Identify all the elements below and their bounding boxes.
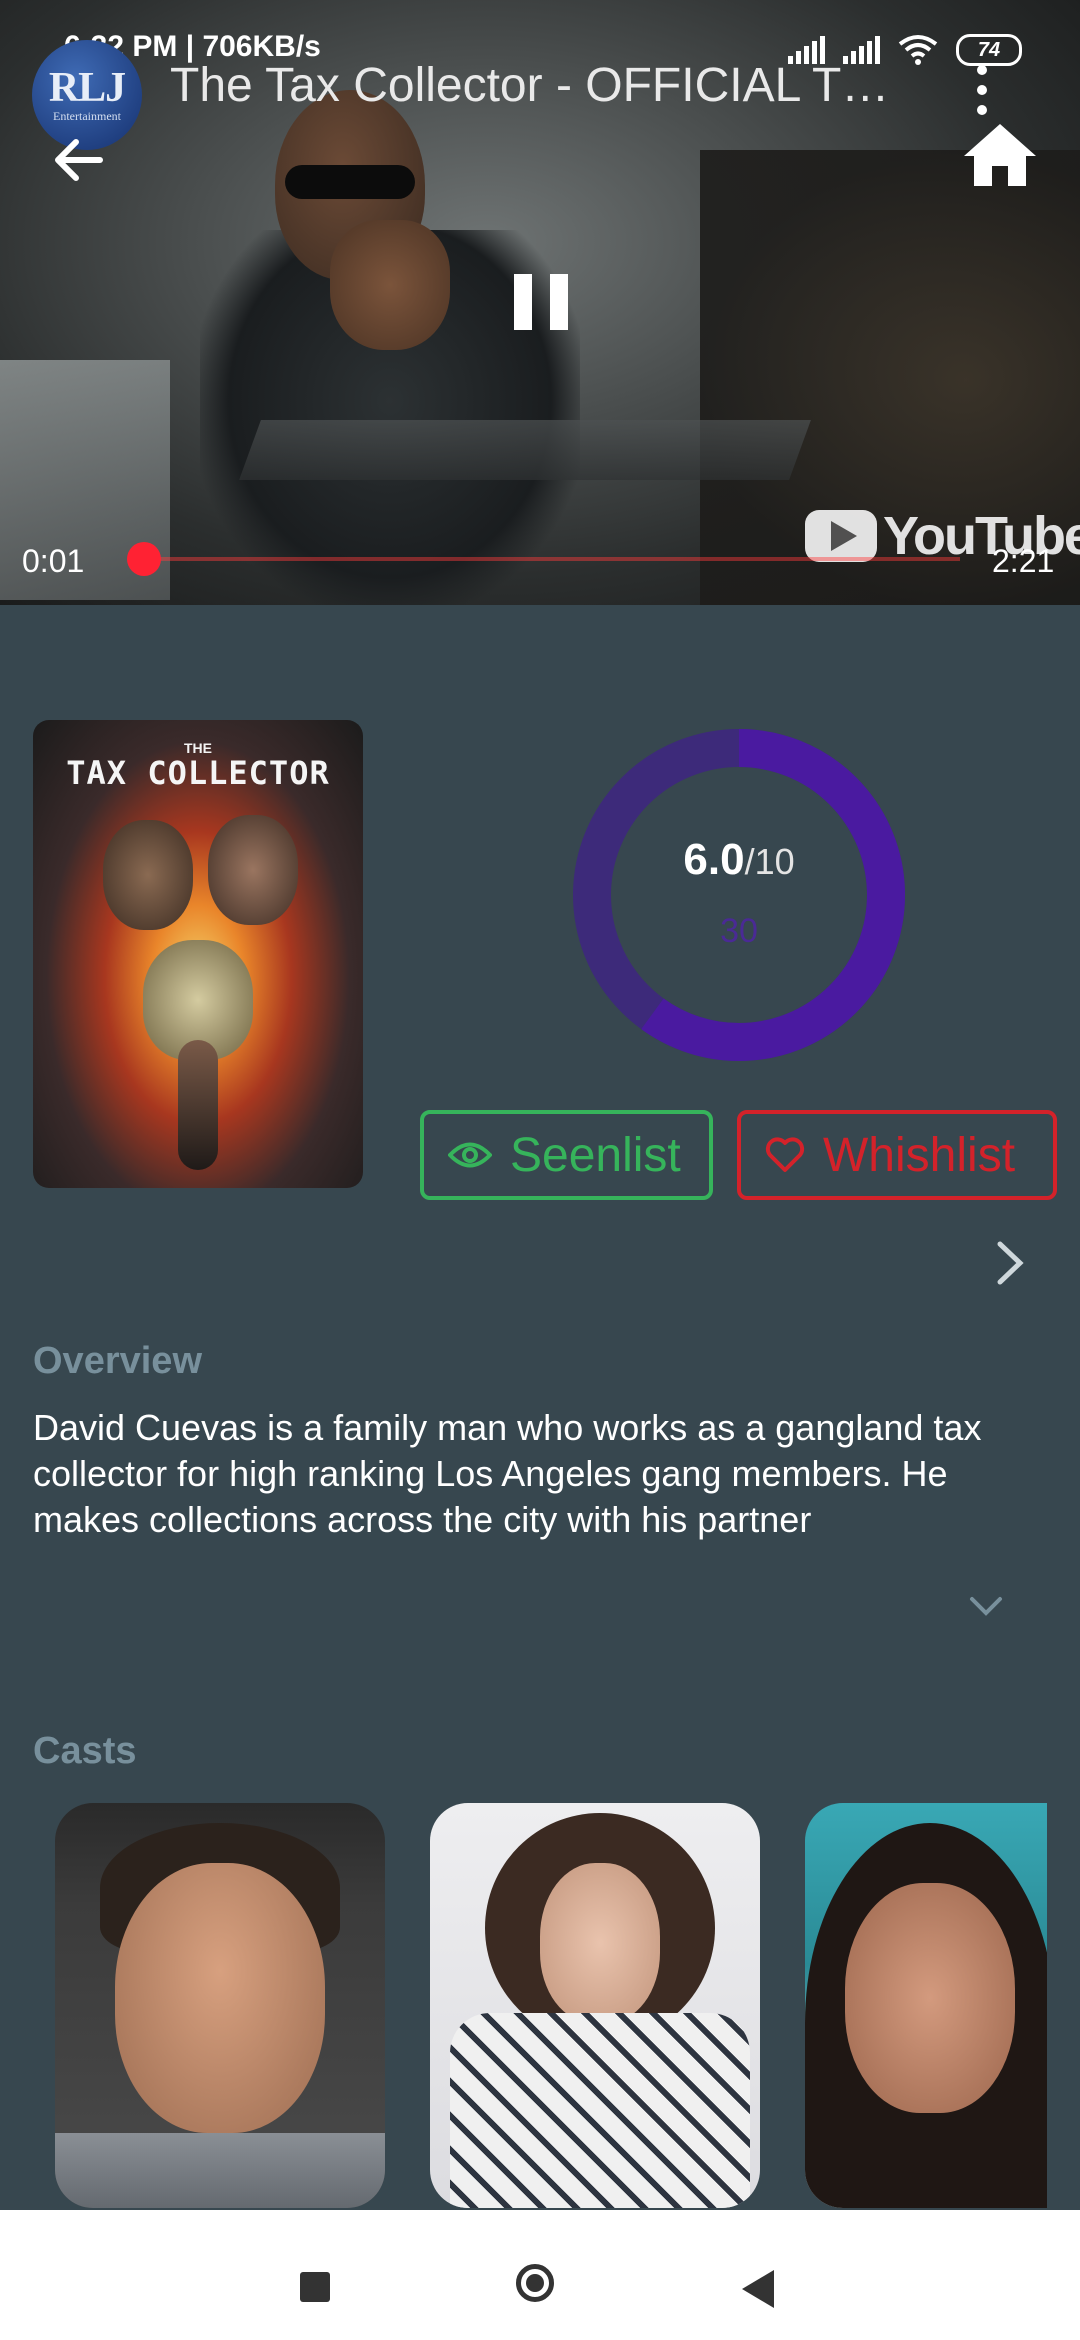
heart-icon — [765, 1137, 805, 1172]
eye-icon — [448, 1142, 492, 1168]
poster-face — [208, 815, 298, 925]
cast-photo-face — [540, 1863, 660, 2023]
total-time: 2:21 — [992, 543, 1055, 579]
cast-list[interactable] — [55, 1803, 1047, 2208]
poster-figure — [178, 1040, 218, 1170]
video-frame-hands — [330, 220, 450, 350]
cast-card[interactable] — [55, 1803, 385, 2208]
more-vertical-icon[interactable] — [962, 60, 1002, 120]
video-frame-sunglasses — [285, 165, 415, 199]
video-frame-prop — [239, 420, 811, 480]
rating-score-max: /10 — [744, 841, 795, 882]
wishlist-button[interactable]: Whishlist — [737, 1110, 1057, 1200]
cast-photo-clothes — [55, 2133, 385, 2208]
cast-photo-face — [845, 1883, 1015, 2113]
chevron-down-icon[interactable] — [968, 1595, 1004, 1619]
poster-title: TAX COLLECTOR — [66, 754, 330, 792]
casts-heading: Casts — [33, 1730, 137, 1772]
back-nav-icon[interactable] — [742, 2270, 774, 2308]
seenlist-label: Seenlist — [510, 1128, 681, 1182]
rating-score: 6.0/10 — [572, 835, 906, 885]
home-icon[interactable] — [960, 120, 1040, 190]
video-player[interactable]: 6:32 PM | 706KB/s 74 RLJ Entertainment T… — [0, 0, 1080, 605]
system-nav-bar — [0, 2210, 1080, 2340]
arrow-left-icon[interactable] — [50, 130, 110, 190]
seek-bar[interactable] — [126, 542, 960, 576]
wishlist-label: Whishlist — [823, 1128, 1016, 1182]
seek-bar-handle[interactable] — [126, 542, 161, 576]
overview-text: David Cuevas is a family man who works a… — [33, 1407, 982, 1540]
recents-icon[interactable] — [300, 2272, 330, 2302]
channel-logo-subtext: Entertainment — [53, 108, 121, 123]
youtube-play-icon — [805, 510, 877, 562]
home-nav-icon[interactable] — [516, 2264, 554, 2302]
video-title[interactable]: The Tax Collector - OFFICIAL TR... — [170, 58, 910, 113]
overview-heading: Overview — [33, 1340, 202, 1382]
current-time: 0:01 — [22, 543, 85, 579]
rating-ring — [573, 729, 905, 1061]
cast-photo-clothes — [450, 2013, 750, 2208]
cast-card[interactable] — [805, 1803, 1047, 2208]
movie-poster[interactable]: THE TAX COLLECTOR — [33, 720, 363, 1188]
rating-vote-count: 30 — [720, 912, 758, 950]
seenlist-button[interactable]: Seenlist — [420, 1110, 713, 1200]
poster-face — [103, 820, 193, 930]
chevron-right-icon[interactable] — [992, 1238, 1028, 1288]
cast-photo-face — [115, 1863, 325, 2133]
rating-score-value: 6.0 — [683, 835, 745, 884]
channel-logo-text: RLJ — [48, 64, 126, 111]
cast-card[interactable] — [430, 1803, 760, 2208]
pause-icon[interactable] — [512, 272, 572, 332]
